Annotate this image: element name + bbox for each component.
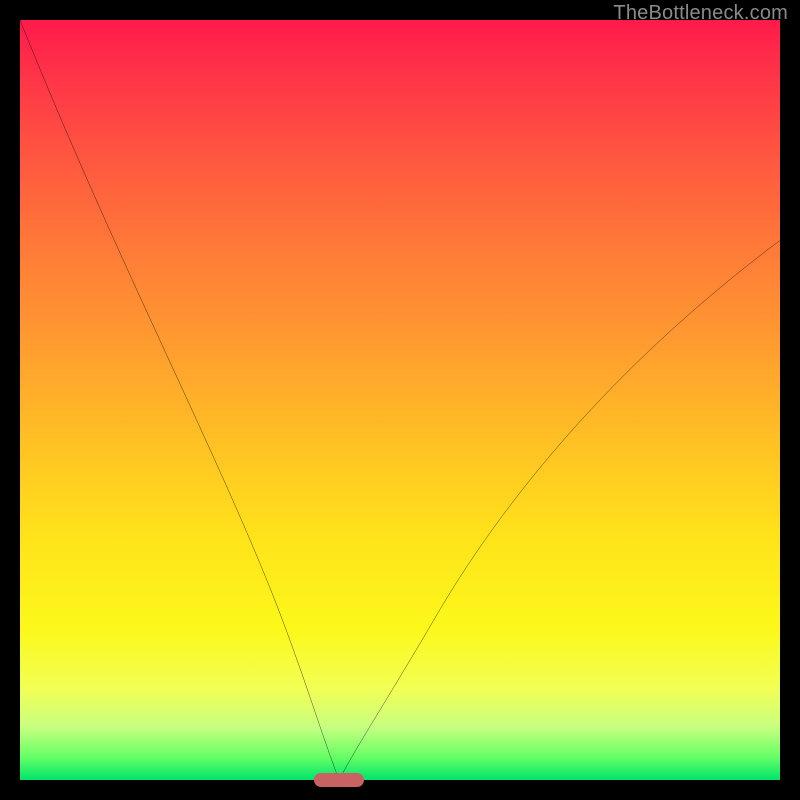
watermark-text: TheBottleneck.com	[613, 2, 788, 25]
plot-area	[20, 20, 780, 780]
optimal-marker	[314, 773, 364, 787]
right-curve-branch	[339, 240, 780, 780]
chart-frame: TheBottleneck.com	[0, 0, 800, 800]
bottleneck-curve	[20, 20, 780, 780]
left-curve-branch	[20, 20, 339, 780]
